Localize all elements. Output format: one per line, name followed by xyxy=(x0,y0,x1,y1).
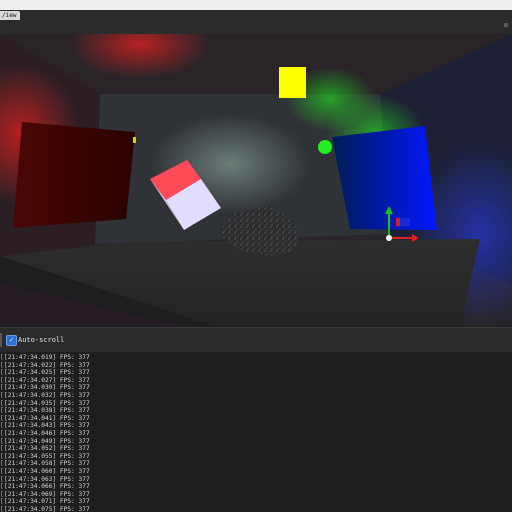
tab-strip xyxy=(0,10,512,35)
autoscroll-label: Auto-scroll xyxy=(18,336,65,344)
yellow-light-cube xyxy=(279,67,306,98)
green-light-sphere xyxy=(318,140,332,154)
3d-viewport[interactable] xyxy=(0,34,512,326)
tab-viewport[interactable]: /iew xyxy=(0,11,21,20)
console-log[interactable]: [[21:47:34.019] FPS: 377 [[21:47:34.022] … xyxy=(0,352,512,512)
scene-render xyxy=(0,34,512,326)
autoscroll-checkbox[interactable]: ✓ xyxy=(6,335,17,346)
blue-panel xyxy=(332,126,437,230)
console-toolbar: ✓ Auto-scroll xyxy=(0,327,512,353)
log-line: [[21:47:34.075] FPS: 377 xyxy=(0,506,90,512)
tab-strip-menu-icon[interactable] xyxy=(504,23,508,27)
red-panel xyxy=(13,122,135,228)
